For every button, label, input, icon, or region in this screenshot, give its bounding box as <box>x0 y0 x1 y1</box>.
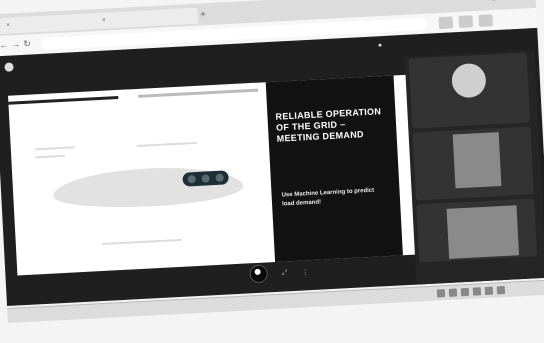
minimize-button[interactable]: – <box>471 0 477 3</box>
fullscreen-icon[interactable]: ⤢ <box>282 269 288 277</box>
slide-subtitle: Use Machine Learning to predict load dem… <box>281 186 382 209</box>
new-tab-button[interactable]: + <box>200 9 206 20</box>
shared-screen: RELIABLE OPERATION OF THE GRID – MEETING… <box>8 75 417 276</box>
recording-status <box>392 38 432 40</box>
forward-icon[interactable]: → <box>11 39 21 49</box>
battery-icon[interactable] <box>497 286 505 294</box>
reload-icon[interactable]: ↻ <box>23 38 31 49</box>
presentation-progress-done <box>8 96 118 105</box>
caption-line <box>102 239 182 245</box>
network-icon[interactable] <box>473 287 481 295</box>
control-dot[interactable] <box>187 175 195 183</box>
taskbar-app-icon[interactable] <box>437 289 445 297</box>
text-line <box>35 146 75 150</box>
participant-tile[interactable] <box>416 198 537 262</box>
participants-panel <box>405 50 544 284</box>
taskbar-app-icon[interactable] <box>449 289 457 297</box>
tab-close-icon[interactable]: × <box>102 18 106 24</box>
meeting-window: ● RELIABLE OPERATION OF THE GRID – MEETI… <box>0 28 544 306</box>
slide-panel: RELIABLE OPERATION OF THE GRID – MEETING… <box>266 76 403 262</box>
participant-tile[interactable] <box>409 53 531 129</box>
back-icon[interactable]: ← <box>0 40 9 50</box>
close-window-button[interactable]: × <box>511 0 517 1</box>
screen: × × + – □ × ← → ↻ ● <box>0 0 544 343</box>
slide-title: RELIABLE OPERATION OF THE GRID – MEETING… <box>275 106 389 145</box>
volume-icon[interactable] <box>485 287 493 295</box>
text-line <box>137 142 197 147</box>
control-dot[interactable] <box>215 174 223 182</box>
presentation-progress-remaining <box>138 89 258 98</box>
more-options-icon[interactable]: ⋮ <box>301 268 308 276</box>
record-icon: ● <box>378 42 383 49</box>
meeting-logo-icon <box>4 62 13 71</box>
participant-video <box>453 132 502 188</box>
participant-tile[interactable] <box>413 126 534 200</box>
avatar <box>451 63 487 99</box>
control-dot[interactable] <box>201 174 209 182</box>
profile-icon[interactable] <box>478 14 493 27</box>
media-control-pill[interactable] <box>182 170 229 186</box>
tab-close-icon[interactable]: × <box>6 23 10 29</box>
maximize-button[interactable]: □ <box>491 0 497 2</box>
taskbar-app-icon[interactable] <box>461 288 469 296</box>
text-line <box>35 155 65 159</box>
extension-icon[interactable] <box>439 16 454 29</box>
extension-icon[interactable] <box>458 15 473 28</box>
participant-video <box>447 205 520 259</box>
